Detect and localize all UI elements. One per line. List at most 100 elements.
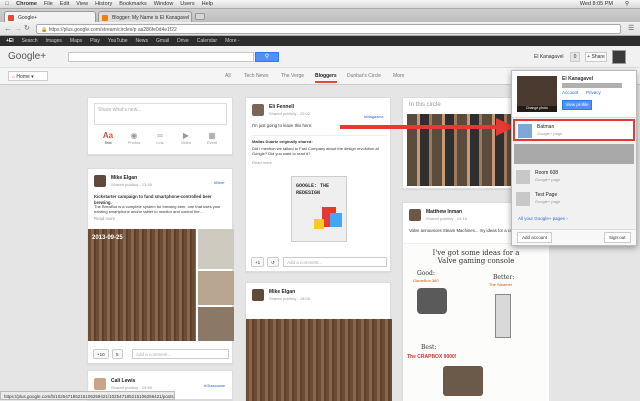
gplus-logo[interactable]: Google+	[8, 51, 46, 62]
hashtag[interactable]: #Glassware	[204, 383, 225, 388]
author-name[interactable]: Cali Lewis	[111, 378, 135, 384]
plus-one-button[interactable]: +10	[93, 349, 109, 359]
view-profile-button[interactable]: View profile	[562, 100, 592, 110]
menu-file[interactable]: File	[44, 1, 53, 7]
page-item-batman[interactable]: Batman Google+ page	[513, 119, 635, 141]
read-more-link[interactable]: Read more	[94, 216, 115, 222]
author-name[interactable]: Mike Elgan	[111, 175, 137, 181]
comic-image[interactable]: I've got some ideas for a Valve gaming c…	[403, 243, 549, 401]
reshare-button[interactable]: 5	[112, 349, 123, 359]
tab-more[interactable]: More	[393, 73, 404, 79]
apple-icon[interactable]: 	[5, 1, 9, 7]
privacy-link[interactable]: Privacy	[586, 90, 601, 95]
gbar-news[interactable]: News	[136, 38, 149, 44]
menu-history[interactable]: History	[95, 1, 112, 7]
menu-view[interactable]: View	[76, 1, 88, 7]
author-name[interactable]: Eli Fennell	[269, 104, 294, 110]
post-image-side-3[interactable]	[198, 307, 234, 341]
magazine-cover-image[interactable]: GOOGLE: THE REDESIGN	[291, 176, 347, 242]
gbar-youtube[interactable]: YouTube	[108, 38, 128, 44]
post-meta: Shared publicly - 14:15	[426, 216, 467, 221]
gbar-gmail[interactable]: Gmail	[156, 38, 169, 44]
hashtag[interactable]: #Beer	[214, 180, 225, 185]
tab-google-plus[interactable]: Google+	[4, 11, 96, 22]
avatar[interactable]	[252, 289, 264, 301]
account-link[interactable]: Account	[562, 90, 578, 95]
gbar-more[interactable]: More -	[225, 38, 239, 44]
reshare-button[interactable]: ↺	[267, 257, 279, 267]
author-name[interactable]: Matthew Inman	[426, 209, 462, 215]
comment-input[interactable]: Add a comment...	[283, 257, 387, 267]
post-image-main[interactable]	[88, 229, 196, 341]
share-video-action[interactable]: ▶ Video	[176, 131, 196, 145]
avatar[interactable]	[409, 209, 421, 221]
menu-icon[interactable]: ☰	[628, 24, 634, 32]
post-image-side-1[interactable]	[198, 229, 234, 269]
tab-all[interactable]: All	[225, 73, 231, 79]
magazine-title: GOOGLE: THE REDESIGN	[296, 183, 330, 196]
gbar-calendar[interactable]: Calendar	[197, 38, 217, 44]
page-item-redacted[interactable]	[514, 144, 634, 164]
search-button[interactable]: ⚲	[255, 52, 279, 62]
menu-users[interactable]: Users	[180, 1, 194, 7]
tab-tech-news[interactable]: Tech News	[244, 73, 268, 79]
gbar-play[interactable]: Play	[90, 38, 100, 44]
gbar-plus[interactable]: +El	[6, 38, 14, 44]
page-type: Google+ page	[537, 131, 563, 136]
post-image-side-2[interactable]	[198, 271, 234, 305]
share-button[interactable]: + Share	[585, 52, 607, 62]
back-icon[interactable]: ←	[4, 24, 12, 33]
share-text-action[interactable]: Aa Text	[98, 131, 118, 145]
all-pages-link[interactable]: All your Google+ pages ›	[518, 216, 568, 221]
video-icon: ▶	[182, 131, 190, 140]
page-item-test-page[interactable]: Test Page Google+ page	[513, 189, 635, 209]
search-input[interactable]	[68, 52, 254, 62]
comment-input[interactable]: Add a comment...	[132, 349, 229, 359]
avatar[interactable]	[252, 104, 264, 116]
menu-bookmarks[interactable]: Bookmarks	[119, 1, 147, 7]
forward-icon[interactable]: →	[14, 24, 22, 33]
avatar[interactable]	[94, 175, 106, 187]
tab-the-verge[interactable]: The Verge	[281, 73, 304, 79]
spotlight-icon[interactable]: ⚲	[625, 1, 629, 7]
change-photo-link[interactable]: Change photo	[517, 106, 557, 112]
plus-one-button[interactable]: +1	[251, 257, 265, 267]
share-link-action[interactable]: ∞ Link	[150, 131, 170, 145]
gplus-favicon-icon	[8, 15, 14, 21]
menu-help[interactable]: Help	[202, 1, 213, 7]
menu-chrome[interactable]: Chrome	[16, 1, 37, 7]
original-sharer[interactable]: Matias Duarte originally shared:	[252, 139, 387, 145]
author-name[interactable]: Mike Elgan	[269, 289, 295, 295]
share-input[interactable]: Share what's new...	[94, 103, 227, 125]
menu-edit[interactable]: Edit	[60, 1, 69, 7]
share-event-action[interactable]: ▦ Event	[202, 131, 222, 145]
menu-window[interactable]: Window	[154, 1, 174, 7]
post-mike-elgan-2: Mike Elgan Shared publicly - 18:00	[245, 282, 392, 401]
notification-count[interactable]: 0	[570, 52, 580, 62]
reload-icon[interactable]: ↻	[24, 24, 30, 32]
gbar-drive[interactable]: Drive	[177, 38, 189, 44]
add-account-button[interactable]: Add account	[517, 232, 553, 243]
comic-crapbox: The CRAPBOX 9000!	[407, 354, 457, 360]
page-item-room-608[interactable]: Room 608 Google+ page	[513, 167, 635, 187]
header-username[interactable]: El Kanagavel	[534, 54, 563, 60]
home-dropdown[interactable]: ⌂ Home ▾	[8, 71, 48, 81]
gbar-maps[interactable]: Maps	[70, 38, 82, 44]
avatar[interactable]	[94, 378, 106, 390]
post-image[interactable]	[246, 319, 392, 401]
read-more-link[interactable]: Read more	[252, 160, 272, 166]
header-avatar[interactable]	[612, 50, 626, 64]
sign-out-button[interactable]: Sign out	[604, 232, 631, 243]
gbar-images[interactable]: Images	[46, 38, 62, 44]
page-avatar	[516, 170, 530, 184]
new-tab-button[interactable]	[195, 13, 205, 20]
page-type: Google+ page	[535, 199, 561, 204]
lock-icon: 🔒	[41, 26, 49, 33]
share-photos-action[interactable]: ◉ Photos	[124, 131, 144, 145]
gbar-search[interactable]: Search	[22, 38, 38, 44]
address-bar[interactable]: 🔒 https://plus.google.com/stream/circles…	[36, 24, 621, 34]
tab-dunbars-circle[interactable]: Dunbar's Circle	[347, 73, 381, 79]
comic-console-drawing	[417, 288, 447, 314]
tab-blogger[interactable]: Blogger: My Name is El Kanagavel	[98, 11, 192, 22]
tab-bloggers[interactable]: Bloggers	[315, 73, 337, 83]
